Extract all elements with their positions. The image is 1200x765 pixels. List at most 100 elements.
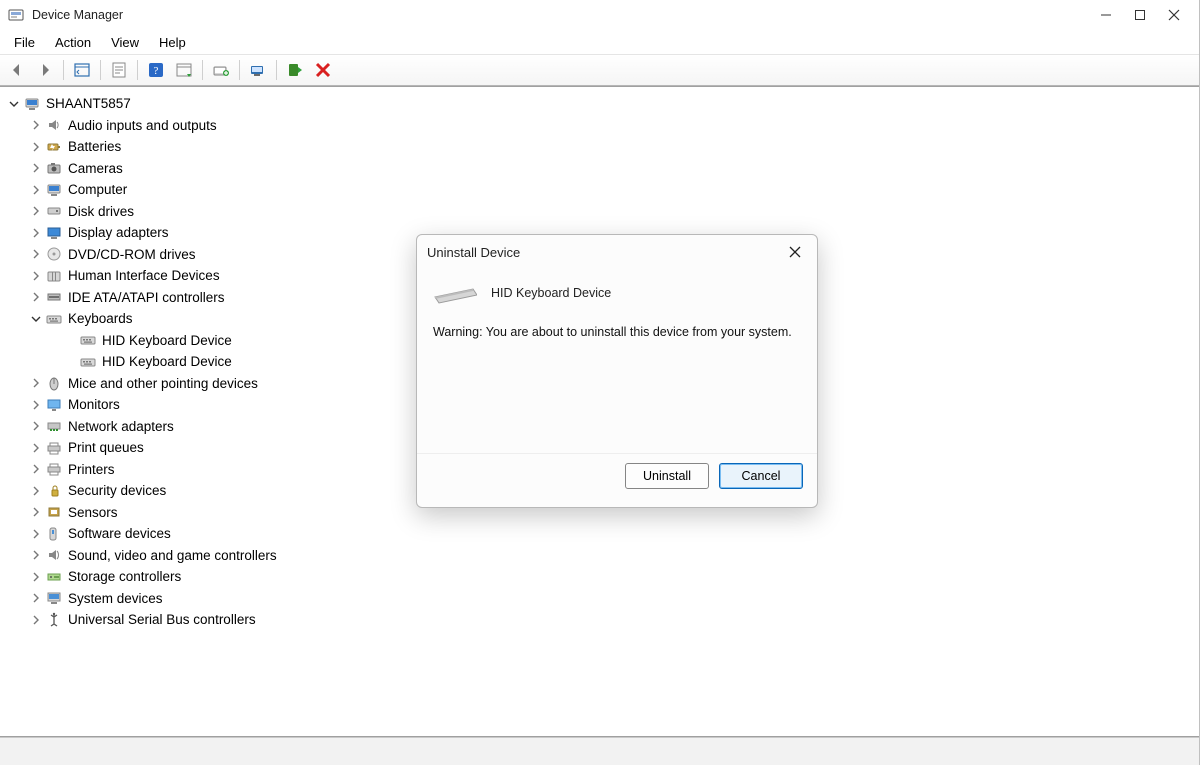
category-icon bbox=[46, 397, 62, 413]
chevron-right-icon[interactable] bbox=[28, 203, 44, 219]
tree-category[interactable]: Computer bbox=[4, 179, 1195, 201]
menu-help[interactable]: Help bbox=[151, 33, 194, 52]
keyboard-icon bbox=[433, 279, 477, 307]
tree-category-label: IDE ATA/ATAPI controllers bbox=[68, 287, 225, 308]
show-hide-console-icon[interactable] bbox=[69, 58, 95, 82]
svg-text:?: ? bbox=[154, 65, 159, 77]
category-icon bbox=[46, 139, 62, 155]
keyboard-icon bbox=[80, 332, 96, 348]
chevron-right-icon[interactable] bbox=[28, 160, 44, 176]
tree-category[interactable]: Universal Serial Bus controllers bbox=[4, 609, 1195, 631]
chevron-right-icon[interactable] bbox=[28, 483, 44, 499]
category-icon bbox=[46, 246, 62, 262]
dialog-body: HID Keyboard Device Warning: You are abo… bbox=[417, 269, 817, 453]
keyboard-icon bbox=[80, 354, 96, 370]
enable-device-icon[interactable] bbox=[282, 58, 308, 82]
category-icon bbox=[46, 203, 62, 219]
scan-hardware-icon[interactable] bbox=[245, 58, 271, 82]
menu-action[interactable]: Action bbox=[47, 33, 99, 52]
cancel-button[interactable]: Cancel bbox=[719, 463, 803, 489]
back-button[interactable] bbox=[4, 58, 30, 82]
chevron-right-icon[interactable] bbox=[28, 547, 44, 563]
tree-category[interactable]: Sound, video and game controllers bbox=[4, 545, 1195, 567]
window-titlebar: Device Manager bbox=[0, 0, 1199, 30]
chevron-right-icon[interactable] bbox=[28, 225, 44, 241]
toolbar: ? bbox=[0, 54, 1199, 86]
chevron-down-icon[interactable] bbox=[6, 96, 22, 112]
tree-category[interactable]: Software devices bbox=[4, 523, 1195, 545]
tree-category[interactable]: Batteries bbox=[4, 136, 1195, 158]
tree-category-label: Audio inputs and outputs bbox=[68, 115, 217, 136]
tree-category-label: Sensors bbox=[68, 502, 118, 523]
uninstall-device-icon[interactable] bbox=[310, 58, 336, 82]
category-icon bbox=[46, 182, 62, 198]
dialog-close-button[interactable] bbox=[783, 240, 807, 264]
category-icon bbox=[46, 440, 62, 456]
chevron-right-icon[interactable] bbox=[28, 590, 44, 606]
tree-category-label: DVD/CD-ROM drives bbox=[68, 244, 196, 265]
toolbar-separator bbox=[63, 60, 64, 80]
dialog-warning-text: Warning: You are about to uninstall this… bbox=[433, 325, 801, 339]
tree-category-label: Print queues bbox=[68, 437, 144, 458]
chevron-right-icon[interactable] bbox=[28, 504, 44, 520]
status-bar bbox=[0, 737, 1199, 765]
tree-category-label: Batteries bbox=[68, 136, 121, 157]
category-icon bbox=[46, 504, 62, 520]
tree-category-label: Mice and other pointing devices bbox=[68, 373, 258, 394]
tree-category[interactable]: Audio inputs and outputs bbox=[4, 115, 1195, 137]
category-icon bbox=[46, 547, 62, 563]
chevron-right-icon[interactable] bbox=[28, 418, 44, 434]
category-icon bbox=[46, 461, 62, 477]
tree-category[interactable]: Disk drives bbox=[4, 201, 1195, 223]
menu-file[interactable]: File bbox=[6, 33, 43, 52]
dialog-device-name: HID Keyboard Device bbox=[491, 286, 611, 300]
computer-icon bbox=[24, 96, 40, 112]
chevron-right-icon[interactable] bbox=[28, 375, 44, 391]
chevron-right-icon[interactable] bbox=[28, 182, 44, 198]
chevron-right-icon[interactable] bbox=[28, 526, 44, 542]
category-icon bbox=[46, 612, 62, 628]
uninstall-device-dialog: Uninstall Device HID Keyboard Device War… bbox=[416, 234, 818, 508]
chevron-right-icon[interactable] bbox=[28, 612, 44, 628]
toolbar-separator bbox=[276, 60, 277, 80]
chevron-right-icon[interactable] bbox=[28, 569, 44, 585]
tree-category-label: Printers bbox=[68, 459, 115, 480]
window-title: Device Manager bbox=[32, 8, 1089, 22]
chevron-right-icon[interactable] bbox=[28, 139, 44, 155]
minimize-button[interactable] bbox=[1089, 1, 1123, 29]
chevron-right-icon[interactable] bbox=[28, 246, 44, 262]
forward-button[interactable] bbox=[32, 58, 58, 82]
tree-category[interactable]: Storage controllers bbox=[4, 566, 1195, 588]
close-button[interactable] bbox=[1157, 1, 1191, 29]
chevron-right-icon[interactable] bbox=[28, 397, 44, 413]
toolbar-separator bbox=[100, 60, 101, 80]
chevron-right-icon[interactable] bbox=[28, 461, 44, 477]
maximize-button[interactable] bbox=[1123, 1, 1157, 29]
chevron-right-icon[interactable] bbox=[28, 440, 44, 456]
category-icon bbox=[46, 117, 62, 133]
dialog-title: Uninstall Device bbox=[427, 245, 783, 260]
chevron-right-icon[interactable] bbox=[28, 117, 44, 133]
chevron-right-icon[interactable] bbox=[28, 268, 44, 284]
tree-category[interactable]: Cameras bbox=[4, 158, 1195, 180]
uninstall-button[interactable]: Uninstall bbox=[625, 463, 709, 489]
tree-category[interactable]: System devices bbox=[4, 588, 1195, 610]
tree-device-label: HID Keyboard Device bbox=[102, 330, 232, 351]
menubar: File Action View Help bbox=[0, 30, 1199, 54]
action-list-icon[interactable] bbox=[171, 58, 197, 82]
tree-category-label: Software devices bbox=[68, 523, 171, 544]
chevron-right-icon[interactable] bbox=[28, 289, 44, 305]
category-icon bbox=[46, 268, 62, 284]
update-driver-icon[interactable] bbox=[208, 58, 234, 82]
tree-category-label: Cameras bbox=[68, 158, 123, 179]
category-icon bbox=[46, 289, 62, 305]
help-icon[interactable]: ? bbox=[143, 58, 169, 82]
tree-category-label: Monitors bbox=[68, 394, 120, 415]
chevron-down-icon[interactable] bbox=[28, 311, 44, 327]
menu-view[interactable]: View bbox=[103, 33, 147, 52]
dialog-footer: Uninstall Cancel bbox=[417, 453, 817, 507]
tree-category-label: Network adapters bbox=[68, 416, 174, 437]
tree-root[interactable]: SHAANT5857 bbox=[4, 93, 1195, 115]
spacer bbox=[62, 354, 78, 370]
properties-icon[interactable] bbox=[106, 58, 132, 82]
